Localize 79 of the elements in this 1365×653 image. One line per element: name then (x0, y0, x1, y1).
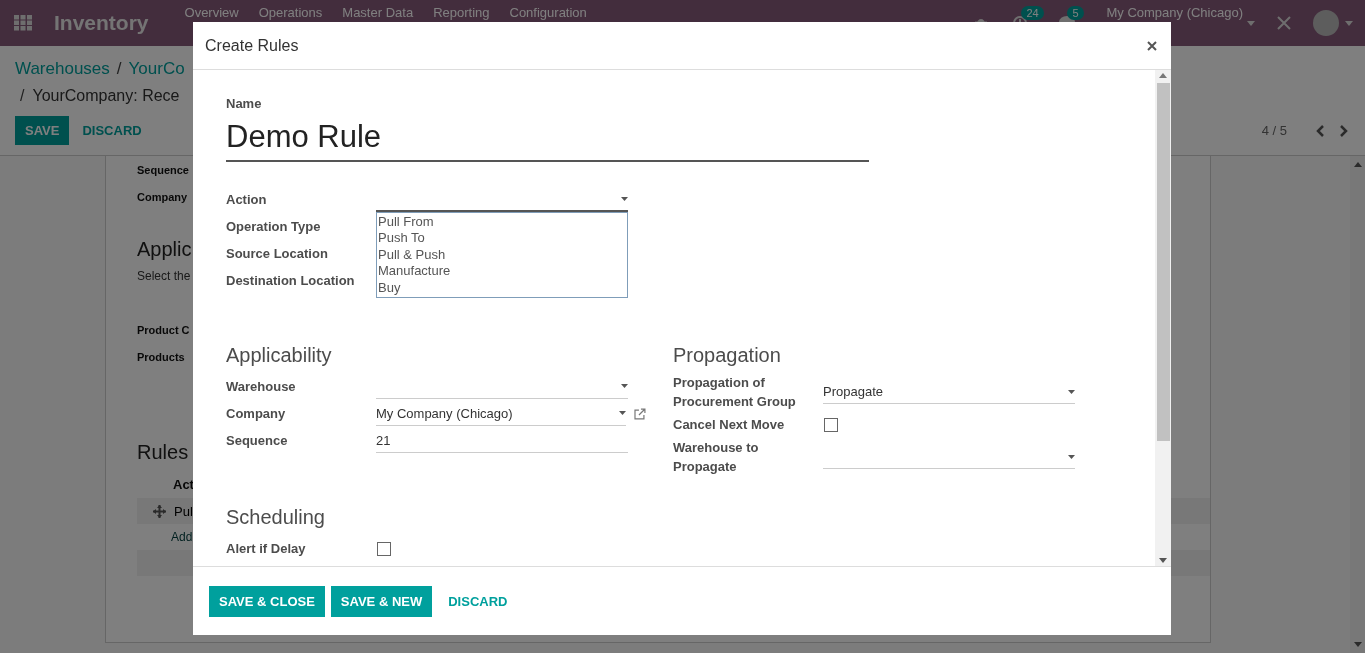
count-badge: 24 (1021, 6, 1044, 20)
field-label: Operation Type (226, 218, 322, 236)
menu-item[interactable]: Overview (184, 5, 239, 20)
dropdown-option[interactable]: Manufacture (378, 263, 626, 280)
select-value: My Company (Chicago) (376, 405, 513, 421)
field-label: Cancel Next Move (673, 416, 786, 434)
field-label: Warehouse to Propagate (673, 439, 760, 476)
field-label: Warehouse (226, 378, 297, 396)
external-link-icon[interactable] (634, 407, 646, 420)
field-label: Action (226, 191, 268, 209)
app-title: Inventory (54, 11, 149, 35)
menu-item[interactable]: Configuration (509, 5, 587, 20)
column-header: Act (173, 476, 194, 494)
select-value: Propagate (823, 384, 883, 399)
save-button[interactable]: SAVE & CLOSE (209, 585, 325, 617)
breadcrumb-item[interactable]: YourCo (128, 59, 185, 79)
scroll-up-icon[interactable] (1353, 162, 1362, 167)
breadcrumb-item[interactable]: Warehouses (15, 59, 110, 79)
tools-icon[interactable] (1277, 16, 1291, 30)
select-field[interactable]: Propagate (823, 380, 1075, 404)
discard-button[interactable]: DISCARD (438, 585, 518, 617)
field-label: Sequence (137, 163, 189, 178)
pager-text: 4 / 5 (1261, 123, 1287, 138)
section-heading: Scheduling (226, 506, 326, 529)
avatar[interactable] (1313, 10, 1339, 36)
field-label: Product C (137, 323, 190, 338)
dropdown-option[interactable]: Buy (378, 279, 626, 297)
dialog-title: Create Rules (205, 36, 299, 55)
menu-item[interactable]: Operations (258, 5, 323, 20)
menu-item[interactable]: Master Data (342, 5, 414, 20)
dropdown-caret-icon[interactable] (621, 196, 628, 201)
apps-grid-icon[interactable] (14, 15, 32, 31)
input-field[interactable]: 21 (376, 428, 628, 453)
company-switcher[interactable]: My Company (Chicago) (1106, 5, 1243, 20)
field-label: Sequence (226, 432, 289, 450)
checkbox[interactable] (824, 417, 838, 432)
scroll-up-icon[interactable] (1159, 73, 1167, 78)
checkbox[interactable] (377, 541, 391, 556)
move-handle-icon[interactable] (153, 504, 166, 518)
breadcrumb-separator: / (20, 87, 25, 105)
dropdown-option[interactable]: Push To (378, 230, 626, 247)
breadcrumb-separator: / (116, 59, 122, 79)
menu-item[interactable]: Reporting (433, 5, 490, 20)
breadcrumb-item: YourCompany: Rece (32, 87, 180, 105)
caret-icon[interactable] (1247, 20, 1255, 26)
field-label: Company (137, 190, 188, 205)
save-button[interactable]: SAVE & NEW (330, 585, 433, 617)
dropdown-caret-icon[interactable] (619, 411, 627, 415)
discard-button[interactable]: DISCARD (72, 116, 152, 145)
section-heading: Applic (137, 238, 192, 261)
dropdown-option[interactable]: Pull From (378, 213, 626, 231)
field-label: Alert if Delay (226, 540, 307, 558)
dropdown-option[interactable]: Pull & Push (378, 246, 626, 264)
field-label: Propagation of Procurement Group (673, 374, 797, 411)
dialog-scrollbar[interactable] (1155, 70, 1171, 566)
field-label: Company (226, 405, 287, 423)
add-line-link[interactable]: Add (171, 524, 193, 550)
save-button[interactable]: SAVE (15, 116, 70, 145)
caret-icon[interactable] (1345, 20, 1353, 26)
rule-action-text: Pul (174, 503, 193, 519)
select-field[interactable]: My Company (Chicago) (376, 401, 627, 426)
page-scrollbar[interactable] (1350, 156, 1365, 653)
dropdown-caret-icon[interactable] (1068, 389, 1075, 394)
dropdown-caret-icon[interactable] (621, 384, 628, 388)
section-heading: Rules (137, 441, 189, 464)
field-label: Source Location (226, 245, 329, 263)
section-heading: Applicability (226, 344, 333, 367)
dropdown-caret-icon[interactable] (1068, 454, 1075, 459)
name-input[interactable]: Demo Rule (226, 114, 869, 162)
scroll-down-icon[interactable] (1159, 558, 1167, 563)
chevron-right-icon[interactable] (1339, 124, 1349, 137)
section-heading: Propagation (673, 344, 782, 367)
field-label: Destination Location (226, 272, 356, 290)
field-label: Name (226, 96, 263, 113)
chevron-left-icon[interactable] (1315, 124, 1325, 137)
count-badge: 5 (1067, 6, 1084, 20)
field-label: Products (137, 350, 185, 365)
scroll-down-icon[interactable] (1353, 642, 1362, 647)
hint-text: Select the (137, 269, 191, 283)
